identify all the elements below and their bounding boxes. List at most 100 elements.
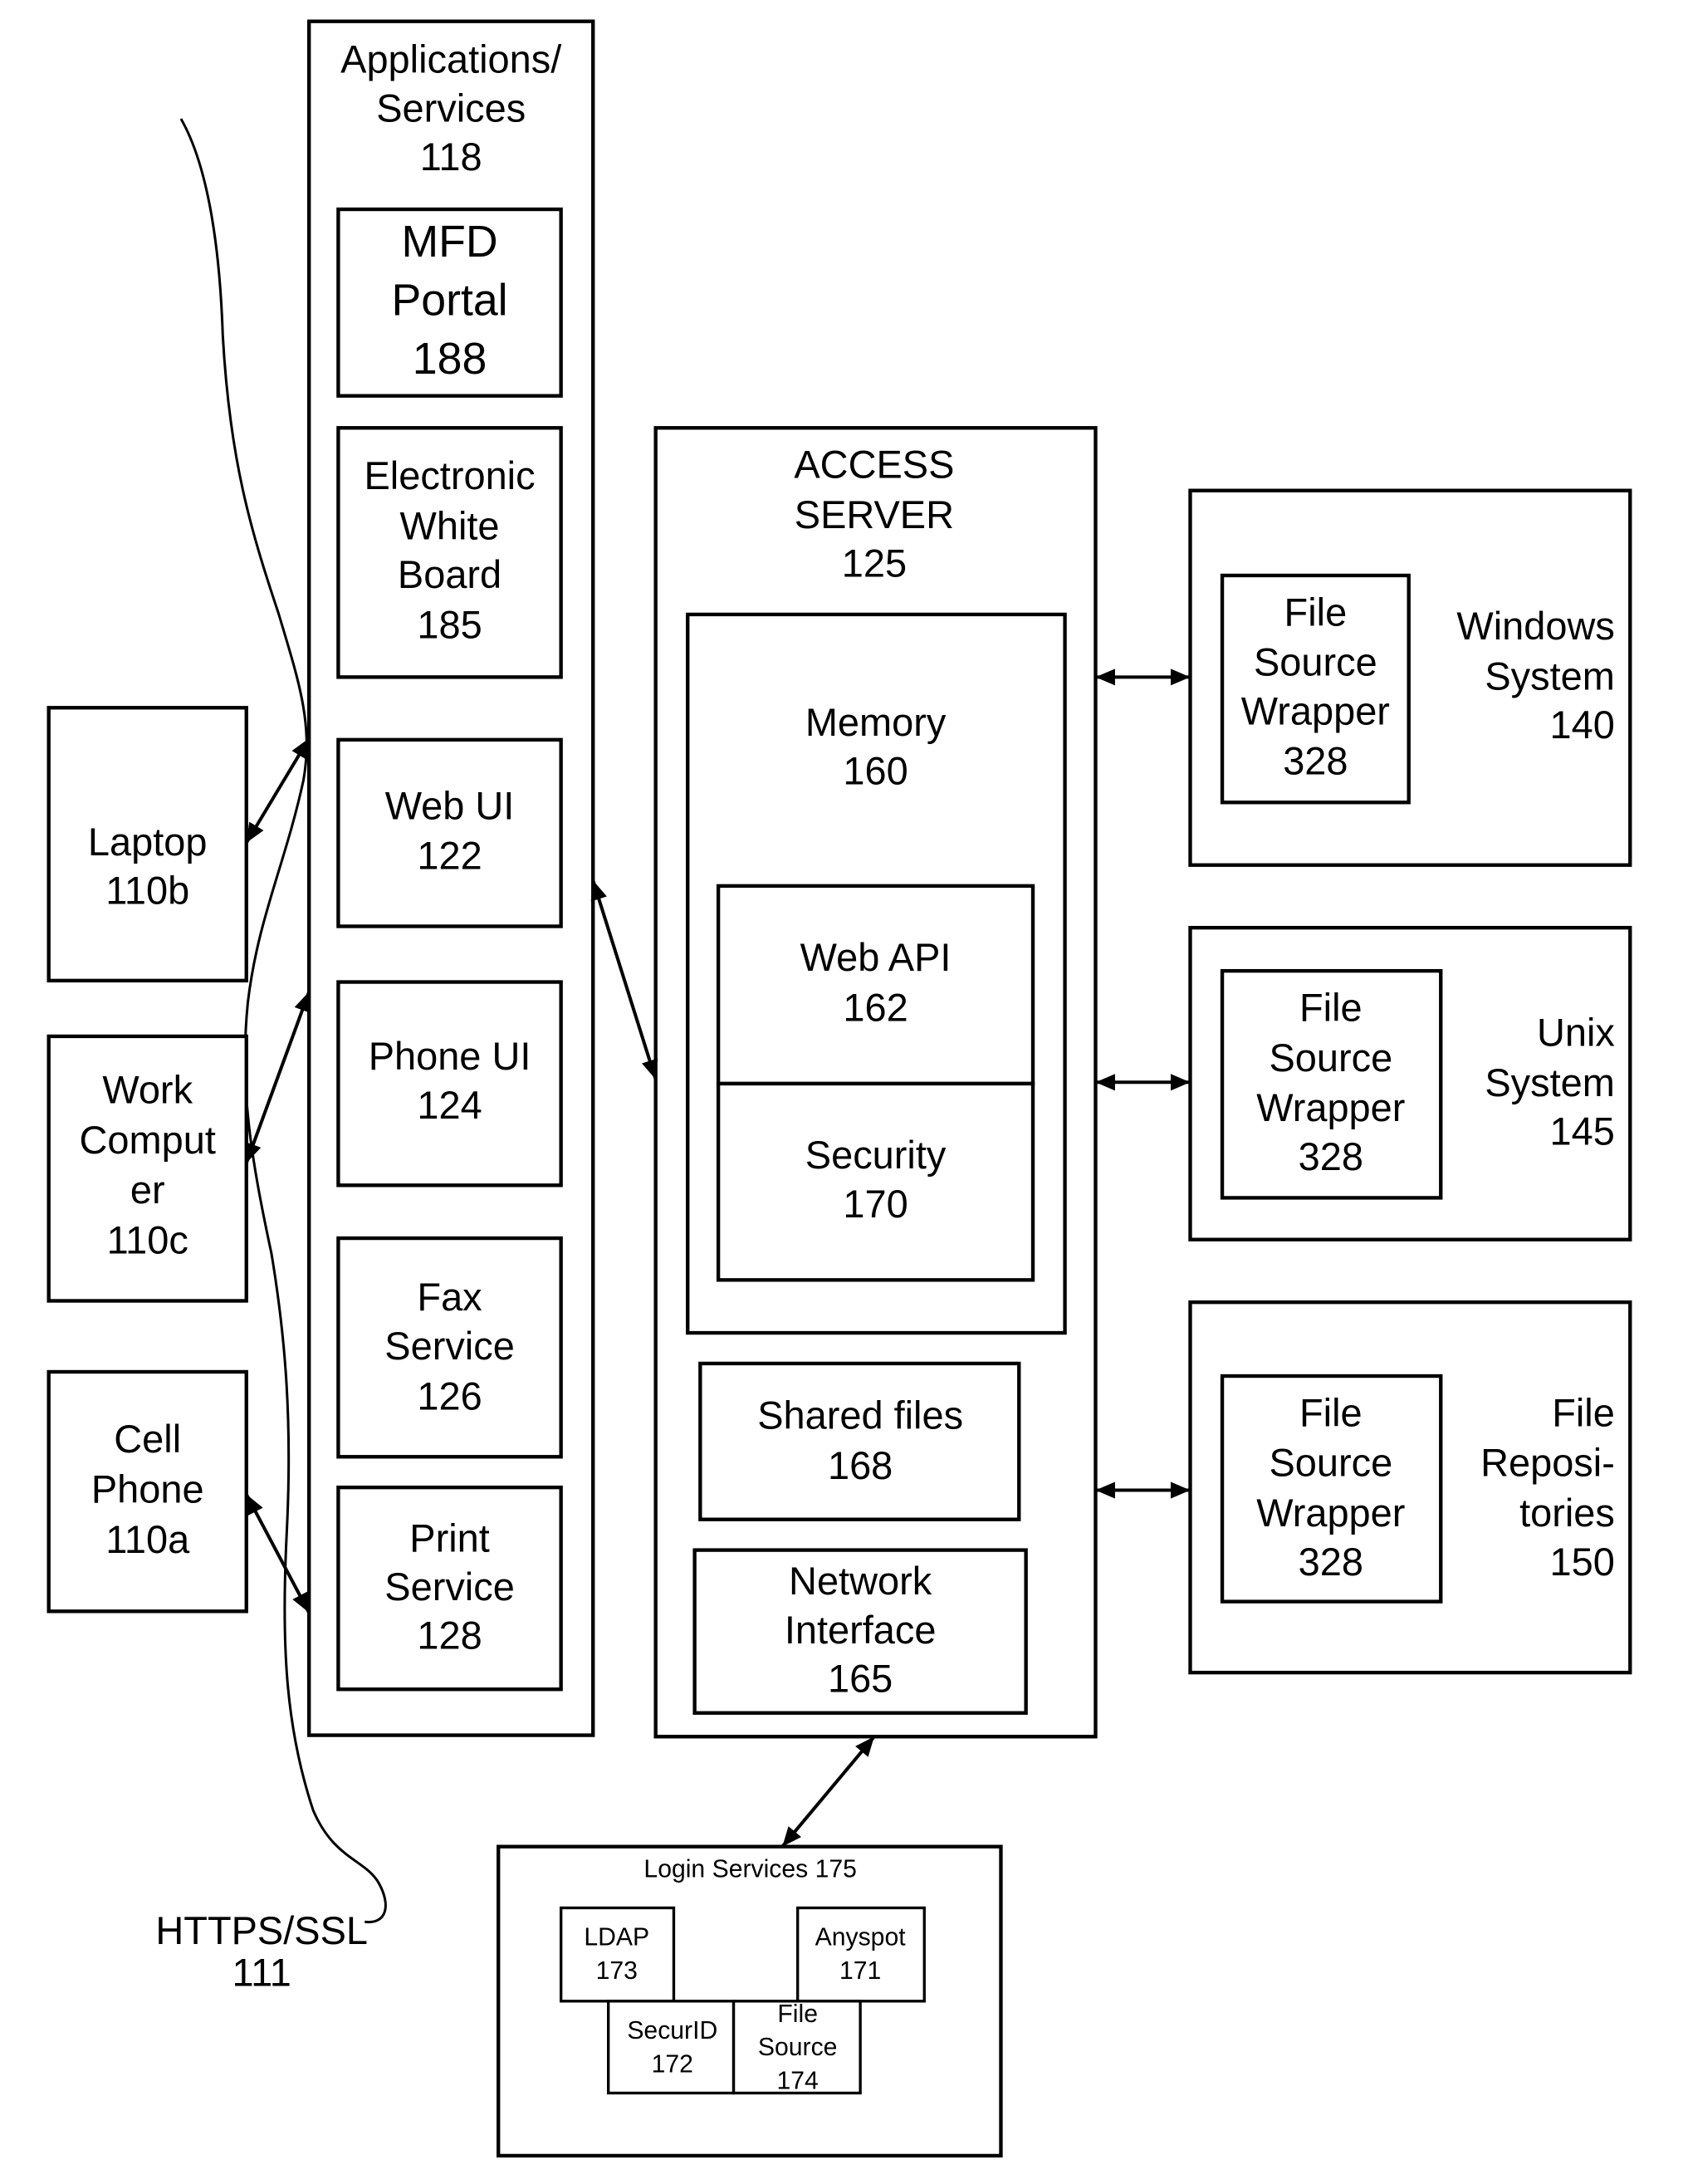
work-computer-label-3: er <box>130 1168 165 1212</box>
fax-label-2: Service <box>384 1325 515 1368</box>
app-electronic-white-board[interactable]: Electronic White Board 185 <box>336 426 563 679</box>
network-interface-ref: 165 <box>828 1658 893 1701</box>
app-mfd-portal[interactable]: MFD Portal 188 <box>336 207 563 398</box>
shared-files-block[interactable]: Shared files 168 <box>698 1361 1021 1521</box>
cell-phone-label-1: Cell <box>114 1418 181 1461</box>
work-computer-label-1: Work <box>102 1068 193 1111</box>
windows-ref: 140 <box>1550 703 1615 747</box>
fax-label-1: Fax <box>417 1276 482 1319</box>
system-file-repositories[interactable]: File Source Wrapper 328 File Reposi- tor… <box>1188 1300 1632 1675</box>
login-ldap[interactable]: LDAP 173 <box>559 1906 676 2003</box>
unix-wrapper-ref: 328 <box>1299 1135 1363 1178</box>
system-unix[interactable]: File Source Wrapper 328 Unix System 145 <box>1188 925 1632 1241</box>
client-laptop[interactable]: Laptop 110b <box>46 706 248 983</box>
mfd-ref: 188 <box>413 334 487 384</box>
login-securid[interactable]: SecurID 172 <box>606 2000 736 2095</box>
print-ref: 128 <box>417 1614 482 1658</box>
access-server-to-windows-arrow-head-start-icon <box>1095 668 1115 686</box>
work-computer-label-2: Comput <box>80 1119 216 1162</box>
unix-ref: 145 <box>1550 1110 1615 1153</box>
repo-ref: 150 <box>1550 1540 1615 1584</box>
file-source-label-2: Source <box>758 2034 838 2061</box>
repo-label-3: tories <box>1519 1491 1615 1535</box>
repo-label-1: File <box>1552 1391 1615 1434</box>
work-computer-to-apps-arrow <box>244 991 311 1164</box>
web-api-ref: 162 <box>843 986 908 1029</box>
laptop-ref: 110b <box>105 869 189 913</box>
work-computer-to-apps-arrow-head-end-icon <box>294 992 311 1013</box>
memory-label: Memory <box>805 701 947 744</box>
cell-phone-ref: 110a <box>105 1518 190 1561</box>
windows-wrapper-label-2: Source <box>1254 641 1377 684</box>
security-ref: 170 <box>843 1183 908 1226</box>
login-services: Login Services 175 LDAP 173 Anyspot 171 … <box>497 1844 1003 2158</box>
print-label-1: Print <box>409 1516 490 1560</box>
client-cell-phone[interactable]: Cell Phone 110a <box>46 1369 248 1614</box>
unix-wrapper-label-2: Source <box>1269 1036 1392 1080</box>
laptop-to-apps-arrow-head-end-icon <box>291 738 310 760</box>
phone-ui-label: Phone UI <box>369 1035 531 1078</box>
ldap-label: LDAP <box>584 1924 649 1951</box>
system-windows[interactable]: File Source Wrapper 328 Windows System 1… <box>1188 488 1632 867</box>
access-server-to-repos-arrow-head-start-icon <box>1095 1481 1115 1499</box>
security-label: Security <box>805 1134 947 1177</box>
access-server-ref: 125 <box>842 542 907 585</box>
app-web-ui[interactable]: Web UI 122 <box>336 737 563 928</box>
web-api-block[interactable]: Web API 162 <box>716 884 1035 1086</box>
https-ssl-text: HTTPS/SSL <box>155 1909 368 1952</box>
ewb-label-2: White <box>400 504 500 547</box>
windows-label-2: System <box>1485 654 1615 698</box>
print-label-2: Service <box>384 1565 515 1609</box>
file-source-ref: 174 <box>777 2067 819 2094</box>
anyspot-ref: 171 <box>839 1957 881 1985</box>
memory-ref: 160 <box>843 749 908 792</box>
windows-wrapper-ref: 328 <box>1283 740 1348 783</box>
login-services-title: Login Services 175 <box>643 1856 857 1883</box>
securid-label: SecurID <box>627 2017 717 2044</box>
web-ui-ref: 122 <box>417 835 482 878</box>
unix-wrapper-label-1: File <box>1299 986 1363 1029</box>
securid-ref: 172 <box>652 2050 693 2078</box>
access-server-title-2: SERVER <box>795 493 954 536</box>
laptop-to-apps-arrow-head-start-icon <box>246 821 264 843</box>
apps-to-access-server-arrow <box>591 879 658 1080</box>
access-server-to-unix-arrow-head-start-icon <box>1095 1074 1115 1091</box>
login-anyspot[interactable]: Anyspot 171 <box>796 1906 926 2003</box>
security-block[interactable]: Security 170 <box>716 1081 1035 1282</box>
repo-label-2: Reposi- <box>1480 1442 1615 1485</box>
access-server-to-login-arrow <box>780 1735 876 1849</box>
login-file-source[interactable]: File Source 174 <box>731 2000 862 2094</box>
network-interface-label-1: Network <box>789 1560 932 1603</box>
https-ssl-label: HTTPS/SSL 111 <box>155 1909 368 1994</box>
web-ui-label: Web UI <box>385 784 515 827</box>
applications-title-2: Services <box>376 86 526 130</box>
file-source-label-1: File <box>777 2000 818 2028</box>
windows-wrapper-label-3: Wrapper <box>1241 689 1390 732</box>
repo-wrapper-label-1: File <box>1299 1391 1363 1434</box>
work-computer-ref: 110c <box>107 1218 188 1261</box>
ewb-label-1: Electronic <box>364 454 535 497</box>
phone-ui-ref: 124 <box>417 1084 482 1127</box>
app-print-service[interactable]: Print Service 128 <box>336 1485 563 1692</box>
cell-phone-to-apps-arrow <box>244 1493 311 1614</box>
cell-phone-label-2: Phone <box>91 1468 204 1511</box>
app-phone-ui[interactable]: Phone UI 124 <box>336 980 563 1187</box>
access-server-to-unix-arrow-head-end-icon <box>1171 1074 1191 1091</box>
access-server: ACCESS SERVER 125 Memory 160 Web API 162… <box>653 426 1098 1739</box>
architecture-diagram: HTTPS/SSL 111 Laptop 110b Work Comput er… <box>46 19 1632 2158</box>
repo-wrapper-label-3: Wrapper <box>1256 1491 1405 1535</box>
network-interface-block[interactable]: Network Interface 165 <box>692 1548 1028 1715</box>
apps-to-access-server-arrow-head-start-icon <box>590 880 607 902</box>
network-interface-label-2: Interface <box>785 1609 937 1652</box>
client-work-computer[interactable]: Work Comput er 110c <box>46 1034 248 1303</box>
app-fax-service[interactable]: Fax Service 126 <box>336 1236 563 1459</box>
access-server-title-1: ACCESS <box>794 443 954 487</box>
access-server-to-repos-arrow-head-end-icon <box>1171 1481 1191 1499</box>
ldap-ref: 173 <box>596 1957 638 1985</box>
shared-files-label: Shared files <box>757 1394 963 1437</box>
applications-title-1: Applications/ <box>340 38 562 81</box>
applications-ref: 118 <box>420 135 482 179</box>
mfd-label-1: MFD <box>401 217 497 267</box>
applications-services: Applications/ Services 118 MFD Portal 18… <box>307 19 595 1737</box>
apps-to-access-server-arrow-head-end-icon <box>642 1058 658 1080</box>
